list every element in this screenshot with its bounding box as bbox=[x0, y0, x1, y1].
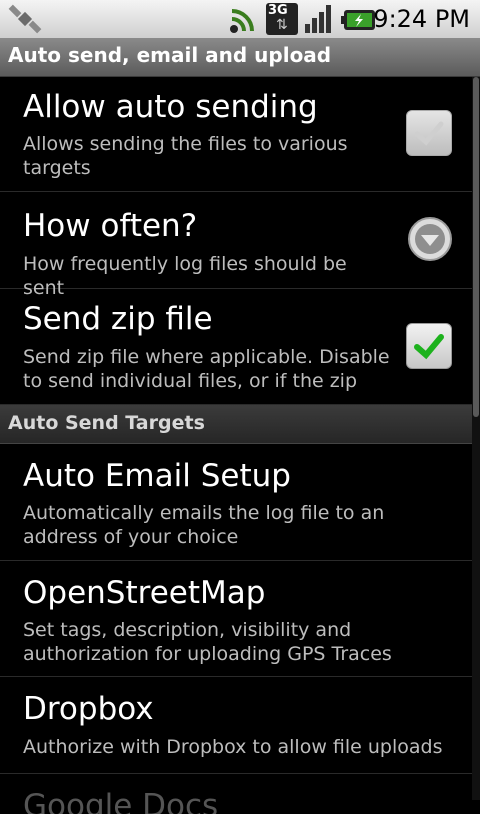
section-header-label: Auto Send Targets bbox=[8, 412, 205, 434]
network-type-icon: 3G ⇅ bbox=[266, 3, 298, 35]
pref-title: Send zip file bbox=[23, 301, 213, 337]
pref-summary: Send zip file where applicable. Disable … bbox=[23, 346, 390, 392]
screen-title: Auto send, email and upload bbox=[8, 43, 332, 67]
battery-icon bbox=[341, 9, 377, 35]
allow-auto-sending-checkbox[interactable] bbox=[406, 110, 452, 156]
target-summary: Automatically emails the log file to an … bbox=[23, 502, 385, 548]
check-icon bbox=[414, 334, 444, 360]
target-summary: Set tags, description, visibility and au… bbox=[23, 619, 392, 665]
section-header-auto-send-targets: Auto Send Targets bbox=[0, 405, 472, 444]
satellite-icon bbox=[6, 4, 46, 40]
pref-how-often[interactable]: How often? How frequently log files shou… bbox=[0, 192, 472, 299]
status-bar: 3G ⇅ 9:24 PM bbox=[0, 0, 480, 38]
scrollbar-thumb[interactable] bbox=[473, 77, 479, 417]
preferences-list: Allow auto sending Allows sending the fi… bbox=[0, 77, 472, 814]
target-title: Dropbox bbox=[23, 691, 154, 727]
dropdown-arrow-icon[interactable] bbox=[407, 216, 453, 262]
send-zip-file-checkbox[interactable] bbox=[406, 323, 452, 369]
data-arrows-icon: ⇅ bbox=[276, 17, 288, 33]
pref-send-zip-file[interactable]: Send zip file Send zip file where applic… bbox=[0, 289, 472, 405]
target-title: Google Docs bbox=[23, 788, 219, 814]
target-auto-email-setup[interactable]: Auto Email Setup Automatically emails th… bbox=[0, 444, 472, 561]
check-icon bbox=[414, 121, 444, 146]
target-google-docs[interactable]: Google Docs bbox=[0, 774, 472, 814]
signal-icon bbox=[304, 4, 336, 38]
target-title: OpenStreetMap bbox=[23, 575, 266, 611]
pref-title: Allow auto sending bbox=[23, 89, 318, 125]
pref-title: How often? bbox=[23, 208, 198, 244]
pref-allow-auto-sending[interactable]: Allow auto sending Allows sending the fi… bbox=[0, 77, 472, 192]
target-title: Auto Email Setup bbox=[23, 458, 291, 494]
clock: 9:24 PM bbox=[373, 5, 470, 33]
target-openstreetmap[interactable]: OpenStreetMap Set tags, description, vis… bbox=[0, 561, 472, 677]
wifi-icon bbox=[226, 5, 262, 39]
target-dropbox[interactable]: Dropbox Authorize with Dropbox to allow … bbox=[0, 677, 472, 774]
target-summary: Authorize with Dropbox to allow file upl… bbox=[23, 736, 443, 758]
screen-title-bar: Auto send, email and upload bbox=[0, 38, 480, 77]
pref-summary: Allows sending the files to various targ… bbox=[23, 133, 348, 179]
